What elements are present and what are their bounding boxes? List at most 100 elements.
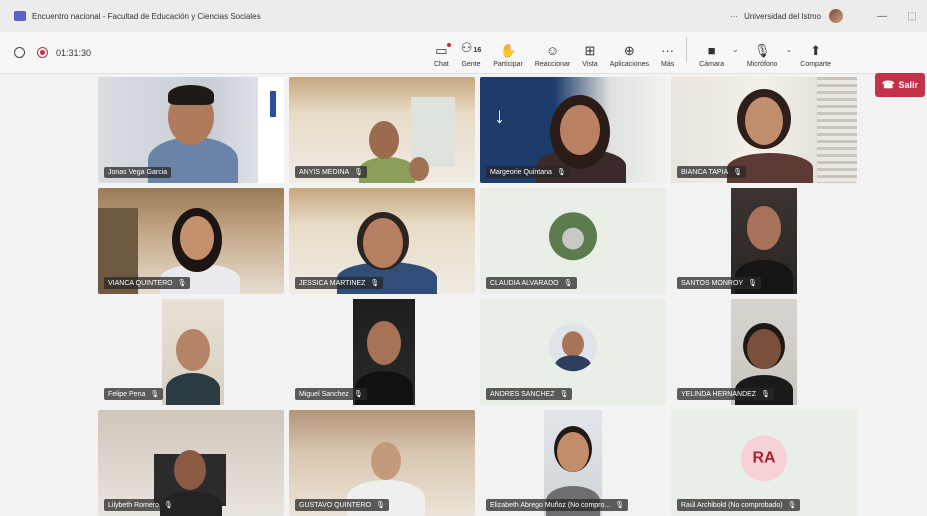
camera-icon: ■ bbox=[707, 42, 716, 58]
react-label: Reaccionar bbox=[534, 60, 571, 68]
recording-icon bbox=[37, 47, 48, 58]
chat-icon: ▭ bbox=[435, 42, 451, 58]
participant-tile[interactable]: JESSICA MARTINEZ 🎙︎ bbox=[289, 188, 475, 294]
people-count: 16 bbox=[473, 46, 482, 54]
logo-stripe bbox=[270, 91, 276, 117]
participant-name-tag: Jonas Vega Garcia bbox=[104, 167, 172, 178]
raise-hand-button[interactable]: ✋ Participar bbox=[493, 43, 523, 68]
camera-options-chevron-icon[interactable]: ⌄ bbox=[732, 45, 739, 54]
participant-name: GUSTAVO QUINTERO bbox=[299, 501, 372, 509]
participant-name-tag: ANDRES SANCHEZ 🎙︎ bbox=[486, 388, 573, 400]
meeting-timer: 01:31:30 bbox=[56, 47, 92, 58]
unread-dot bbox=[446, 42, 451, 47]
participant-tile[interactable]: CLAUDIA ALVARADO 🎙︎ bbox=[480, 188, 666, 294]
leave-button[interactable]: ☎ Salir bbox=[875, 73, 925, 97]
participant-name-tag: VIANCA QUINTERO 🎙︎ bbox=[104, 277, 191, 289]
participant-tile[interactable]: Jonas Vega Garcia bbox=[98, 77, 284, 183]
participant-tile[interactable]: SANTOS MONROY 🎙︎ bbox=[671, 188, 857, 294]
participant-tile[interactable]: RA Raúl Archibold (No comprobado) 🎙︎ bbox=[671, 410, 857, 516]
participant-name: Margeorie Quintana bbox=[490, 168, 552, 176]
more-button[interactable]: ··· Más bbox=[661, 43, 674, 68]
participant-name: BIANCA TAPIA bbox=[681, 168, 729, 176]
muted-mic-icon: 🎙︎ bbox=[353, 391, 363, 398]
participant-face bbox=[363, 218, 403, 268]
participant-tile[interactable]: VIANCA QUINTERO 🎙︎ bbox=[98, 188, 284, 294]
chat-label: Chat bbox=[434, 60, 449, 68]
view-label: Vista bbox=[582, 60, 598, 68]
muted-mic-icon: 🎙︎ bbox=[787, 502, 797, 509]
participant-tile[interactable]: ANYIS MEDINA 🎙︎ bbox=[289, 77, 475, 183]
toolbar-divider bbox=[686, 36, 688, 63]
participant-tile[interactable]: ANDRES SANCHEZ 🎙︎ bbox=[480, 299, 666, 405]
participant-face bbox=[174, 450, 206, 490]
mic-label: Micrófono bbox=[746, 60, 778, 68]
participant-tile[interactable]: Lilybeth Romero 🎙︎ bbox=[98, 410, 284, 516]
meeting-toolbar: 01:31:30 ▭ Chat ⚇16 Gente ✋ Participar ☺… bbox=[0, 32, 927, 97]
participant-face bbox=[747, 329, 781, 369]
participant-initials-avatar: RA bbox=[741, 435, 787, 482]
restore-button[interactable]: ⬚ bbox=[897, 11, 927, 22]
photo-body bbox=[555, 355, 591, 372]
muted-mic-icon: 🎙︎ bbox=[556, 169, 566, 176]
participant-name: Miguel Sanchez bbox=[299, 390, 349, 398]
participant-name: CLAUDIA ALVARADO bbox=[490, 279, 559, 287]
participant-name: JESSICA MARTINEZ bbox=[299, 279, 366, 287]
muted-mic-icon: 🎙︎ bbox=[354, 169, 364, 176]
participant-name-tag: GUSTAVO QUINTERO 🎙︎ bbox=[295, 499, 389, 511]
people-button[interactable]: ⚇16 Gente bbox=[461, 40, 482, 68]
apps-button[interactable]: ⊕ Aplicaciones bbox=[610, 42, 649, 68]
chat-button[interactable]: ▭ Chat bbox=[434, 42, 451, 68]
participant-name: ANYIS MEDINA bbox=[299, 168, 350, 176]
hang-up-icon: ☎ bbox=[882, 79, 895, 91]
title-bar: Encuentro nacional - Facultad de Educaci… bbox=[0, 0, 927, 32]
participant-name-tag: BIANCA TAPIA 🎙︎ bbox=[677, 166, 747, 178]
participant-face bbox=[176, 329, 210, 371]
mic-button[interactable]: 🎙︎ Micrófono bbox=[746, 43, 778, 68]
view-button[interactable]: ⊞ Vista bbox=[582, 42, 598, 68]
smiley-icon: ☺ bbox=[545, 42, 560, 58]
raise-hand-label: Participar bbox=[493, 60, 523, 68]
more-options-button[interactable]: ··· bbox=[730, 12, 738, 21]
participant-face bbox=[745, 97, 783, 145]
mic-options-chevron-icon[interactable]: ⌄ bbox=[786, 45, 793, 54]
share-screen-icon: ⬆ bbox=[810, 42, 822, 58]
react-button[interactable]: ☺ Reaccionar bbox=[534, 42, 571, 68]
muted-mic-icon: 🎙︎ bbox=[177, 280, 187, 287]
profile-photo bbox=[549, 212, 597, 261]
participant-name-tag: Lilybeth Romero 🎙︎ bbox=[104, 499, 177, 511]
camera-button[interactable]: ■ Cámara bbox=[699, 42, 724, 68]
participant-name: Lilybeth Romero bbox=[108, 501, 159, 509]
participant-tile[interactable]: GUSTAVO QUINTERO 🎙︎ bbox=[289, 410, 475, 516]
blinds-background bbox=[817, 77, 857, 183]
participant-face bbox=[367, 321, 401, 365]
participant-face bbox=[560, 105, 600, 155]
participant-name-tag: CLAUDIA ALVARADO 🎙︎ bbox=[486, 277, 577, 289]
meeting-info-icon[interactable] bbox=[14, 47, 25, 58]
participant-tile[interactable]: ↓ Margeorie Quintana 🎙︎ bbox=[480, 77, 666, 183]
muted-mic-icon: 🎙︎ bbox=[733, 169, 743, 176]
participant-name-tag: YELINDA HERNANDEZ 🎙︎ bbox=[677, 388, 774, 400]
participant-name-tag: JESSICA MARTINEZ 🎙︎ bbox=[295, 277, 384, 289]
participant-name: Elizabeth Abrego Muñoz (No compro... bbox=[490, 501, 611, 509]
participant-name: VIANCA QUINTERO bbox=[108, 279, 173, 287]
leave-label: Salir bbox=[898, 80, 918, 90]
video-grid: Jonas Vega Garcia ANYIS MEDINA 🎙︎ ↓ Marge… bbox=[98, 77, 857, 516]
participant-tile[interactable]: BIANCA TAPIA 🎙︎ bbox=[671, 77, 857, 183]
muted-mic-icon: 🎙︎ bbox=[370, 280, 380, 287]
apps-icon: ⊕ bbox=[623, 42, 635, 58]
participant-name-tag: ANYIS MEDINA 🎙︎ bbox=[295, 166, 368, 178]
window-title: Encuentro nacional - Facultad de Educaci… bbox=[32, 11, 261, 21]
profile-avatar[interactable] bbox=[829, 9, 843, 23]
participant-tile[interactable]: Felipe Pena 🎙︎ bbox=[98, 299, 284, 405]
participant-tile[interactable]: YELINDA HERNANDEZ 🎙︎ bbox=[671, 299, 857, 405]
participant-tile[interactable]: Miguel Sanchez 🎙︎ bbox=[289, 299, 475, 405]
minimize-button[interactable]: — bbox=[867, 11, 897, 22]
share-button[interactable]: ⬆ Comparte bbox=[800, 42, 831, 68]
participant-name-tag: Elizabeth Abrego Muñoz (No compro... 🎙︎ bbox=[486, 499, 629, 511]
organization-name: Universidad del Istmo bbox=[744, 11, 821, 21]
grid-view-icon: ⊞ bbox=[584, 42, 596, 58]
teams-logo-icon bbox=[14, 11, 26, 21]
participant-tile[interactable]: Elizabeth Abrego Muñoz (No compro... 🎙︎ bbox=[480, 410, 666, 516]
profile-photo bbox=[549, 323, 597, 372]
participant-name: Felipe Pena bbox=[108, 390, 146, 398]
